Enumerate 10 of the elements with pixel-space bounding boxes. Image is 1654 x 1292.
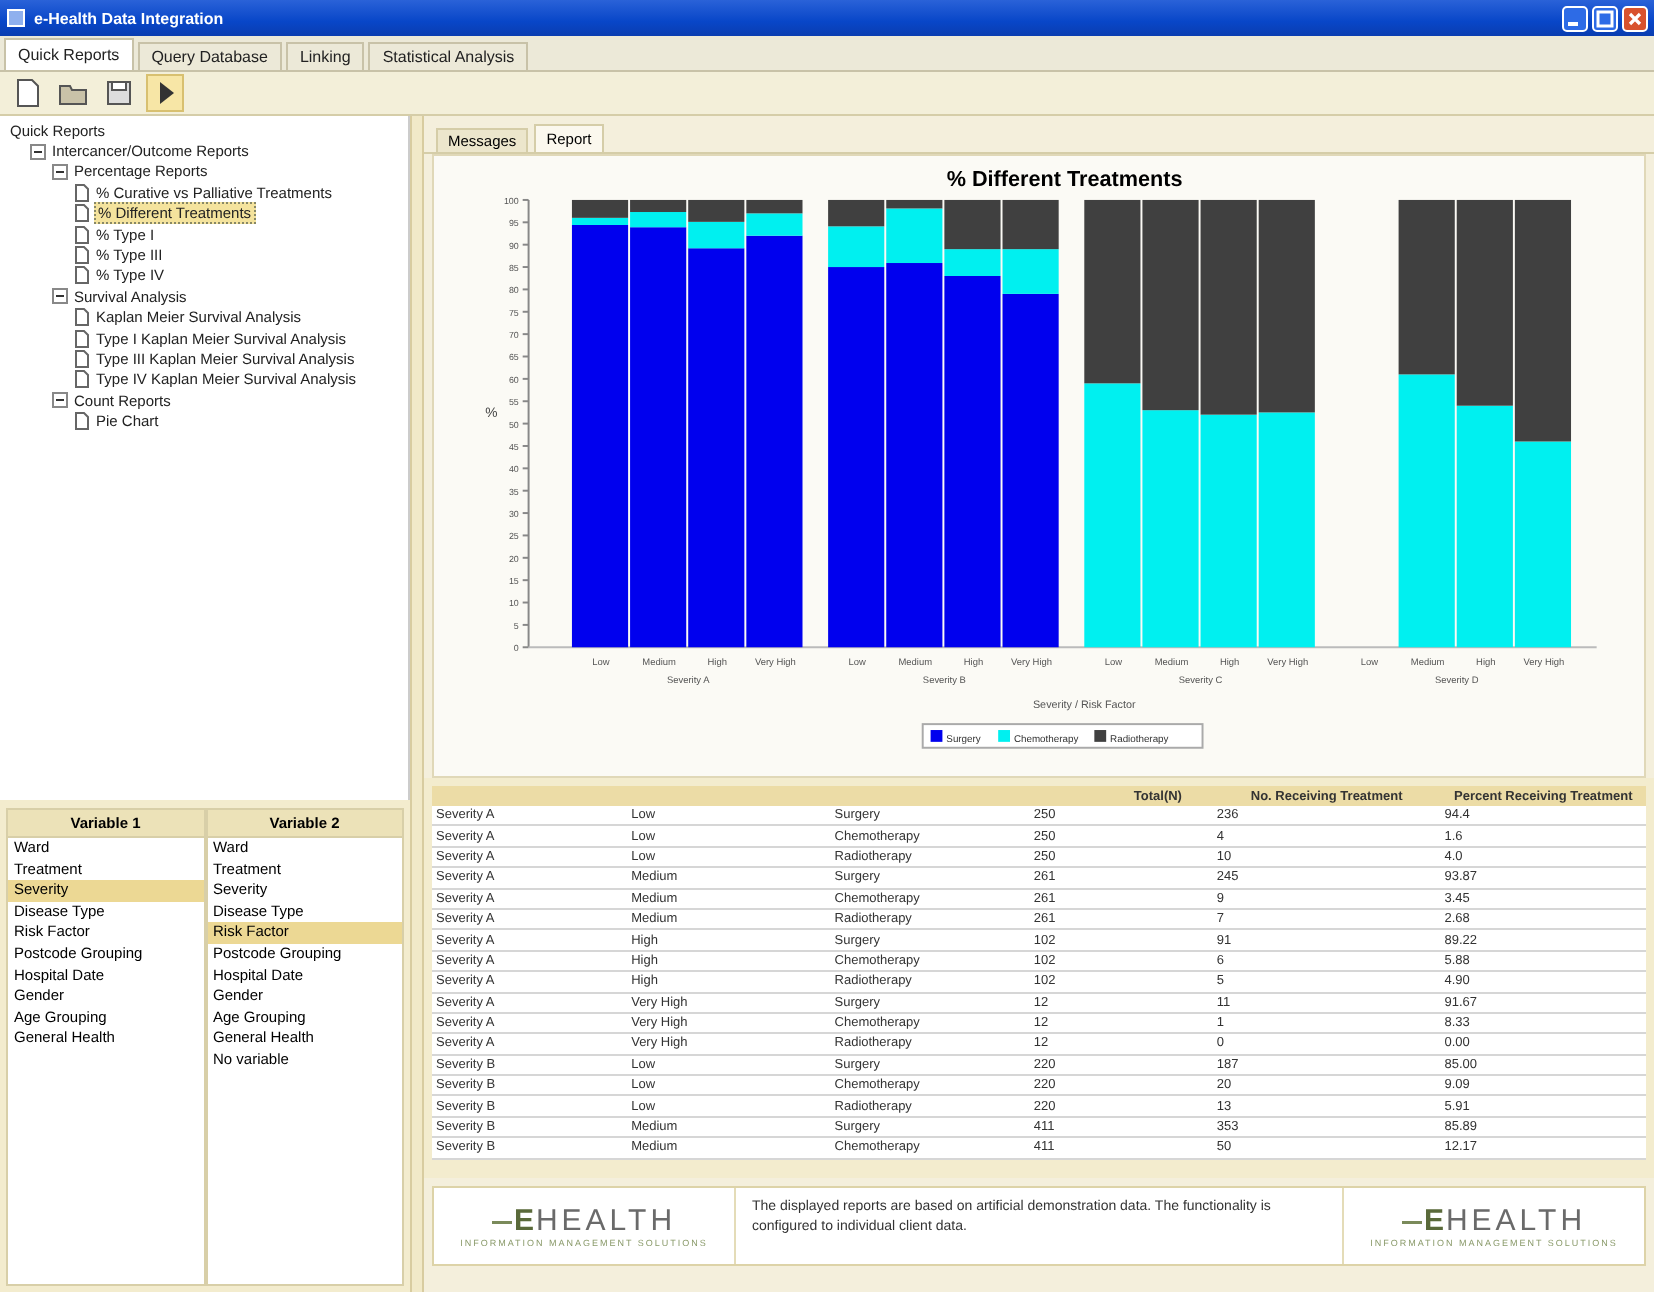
- menu-tab[interactable]: Quick Reports: [4, 38, 134, 70]
- menu-tab[interactable]: Query Database: [137, 42, 282, 70]
- logo-letter: E: [1423, 1204, 1444, 1238]
- window-title: e-Health Data Integration: [34, 9, 226, 27]
- chart-title: % Different Treatments: [946, 168, 1183, 193]
- logo-text: HEALTH: [535, 1204, 677, 1238]
- menu-tab[interactable]: Statistical Analysis: [368, 42, 529, 70]
- menu-tab[interactable]: Linking: [285, 42, 365, 70]
- logo-text: HEALTH: [1445, 1204, 1587, 1238]
- logo-letter: E: [513, 1204, 534, 1238]
